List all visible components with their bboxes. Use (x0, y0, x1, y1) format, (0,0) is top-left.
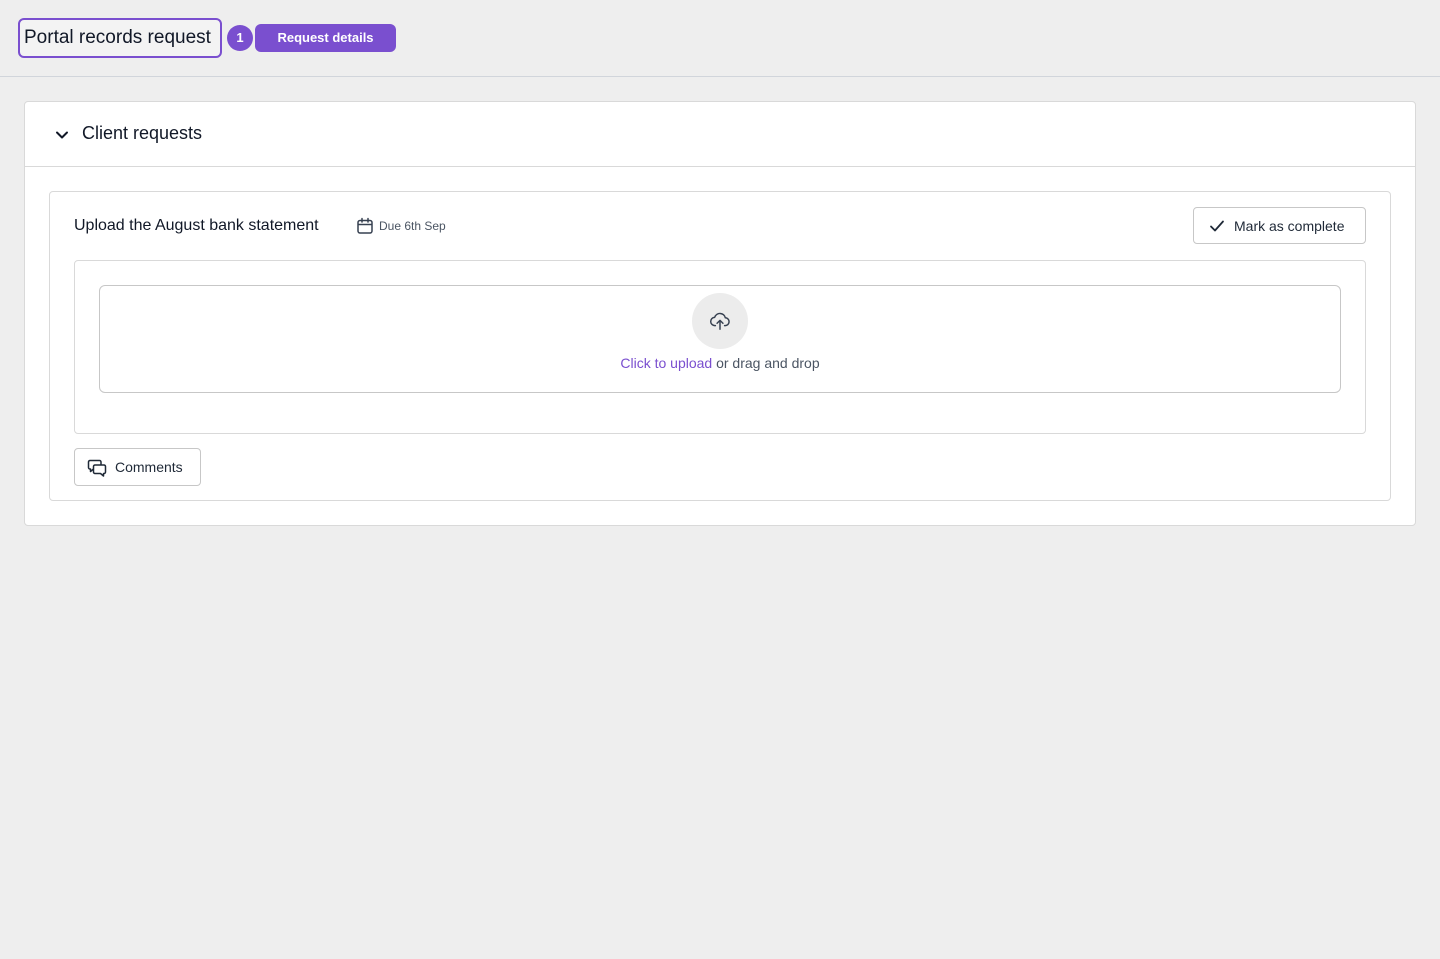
due-date: Due 6th Sep (379, 219, 446, 233)
check-icon (1210, 220, 1224, 232)
upload-instructions: Click to upload or drag and drop (100, 355, 1340, 371)
request-title: Upload the August bank statement (74, 217, 319, 234)
section-title: Client requests (82, 123, 203, 143)
upload-icon-circle (692, 293, 748, 349)
request-title-input[interactable]: Portal records request (18, 18, 222, 58)
request-card: Upload the August bank statement Due 6th… (49, 191, 1391, 501)
cloud-upload-icon (709, 312, 730, 330)
top-bar: Portal records request 1 Request details (0, 0, 1440, 77)
step-number-badge[interactable]: 1 (227, 25, 253, 51)
drag-and-drop-text: or drag and drop (712, 355, 820, 371)
step-request-details[interactable]: Request details (255, 24, 396, 52)
client-requests-section: Client requests Upload the August bank s… (24, 101, 1416, 526)
mark-as-complete-button[interactable]: Mark as complete (1193, 207, 1366, 244)
mark-as-complete-label: Mark as complete (1234, 218, 1345, 234)
comments-icon (87, 459, 107, 477)
section-header[interactable]: Client requests (25, 102, 1415, 167)
comments-button[interactable]: Comments (74, 448, 201, 486)
upload-container: Click to upload or drag and drop (74, 260, 1366, 434)
click-to-upload-link[interactable]: Click to upload (620, 355, 712, 371)
calendar-icon (357, 217, 373, 234)
chevron-down-icon[interactable] (53, 126, 71, 144)
comments-label: Comments (115, 459, 183, 475)
upload-dropzone[interactable]: Click to upload or drag and drop (99, 285, 1341, 393)
